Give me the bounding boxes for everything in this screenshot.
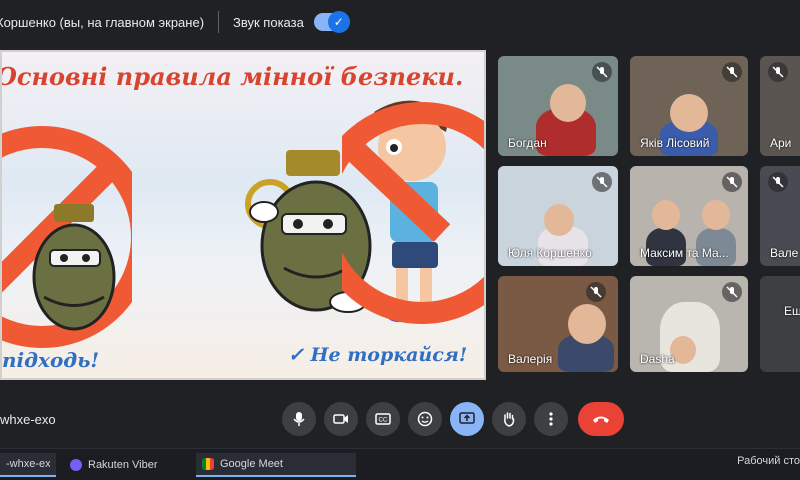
participant-name: Еш [784, 304, 800, 318]
participant-tile[interactable]: Ари [760, 56, 800, 156]
mic-off-icon [722, 62, 742, 82]
participant-name: Вале [770, 246, 799, 260]
mic-off-icon [722, 172, 742, 192]
presenter-label: Коршенко (вы, на главном экране) [0, 14, 205, 30]
participant-tile[interactable]: Яків Лісовий [630, 56, 748, 156]
mic-off-icon [592, 172, 612, 192]
sound-label: Звук показа [233, 14, 304, 30]
slide-caption-left: підходь! [2, 348, 100, 372]
google-meet-icon [202, 458, 214, 470]
participant-name: Dasha [640, 352, 675, 366]
emoji-button[interactable] [408, 402, 442, 436]
end-call-icon [593, 416, 609, 423]
desktop-tray-label: Рабочий сто [737, 455, 800, 467]
raise-hand-button[interactable] [492, 402, 526, 436]
taskbar-item-label: Google Meet [220, 458, 283, 470]
participant-tile[interactable]: Юля Коршенко [498, 166, 618, 266]
mic-off-icon [768, 172, 788, 192]
taskbar-item-viber[interactable]: Rakuten Viber [64, 453, 164, 477]
participant-tile[interactable]: Dasha [630, 276, 748, 372]
slide-title: Основні правила мінної безпеки. [0, 62, 464, 91]
raise-hand-icon [504, 412, 515, 427]
participant-face [544, 204, 574, 236]
participant-tile[interactable]: Вале [760, 166, 800, 266]
taskbar-item-google-meet[interactable]: Google Meet [196, 453, 356, 477]
participant-face [568, 304, 606, 344]
grenade-left-icon [32, 204, 116, 331]
participant-tile[interactable]: Богдан [498, 56, 618, 156]
camera-icon [333, 414, 348, 424]
participant-tile[interactable]: Валерія [498, 276, 618, 372]
slide-caption-right: ✓ Не торкайся! [288, 344, 468, 366]
more-icon [549, 412, 553, 426]
check-icon: ✓ [327, 11, 350, 33]
mic-off-icon [592, 62, 612, 82]
emoji-icon [417, 411, 433, 427]
participant-name: Богдан [508, 136, 547, 150]
participant-face [670, 94, 708, 132]
mic-button[interactable] [282, 402, 316, 436]
participant-name: Яків Лісовий [640, 136, 710, 150]
top-divider [218, 11, 220, 33]
participant-face [702, 200, 730, 230]
meeting-code: whxe-exo [0, 412, 56, 427]
presentation-slide: Основні правила мінної безпеки. підходь!… [0, 50, 486, 380]
camera-button[interactable] [324, 402, 358, 436]
taskbar-item-meet-tab[interactable]: -whxe-exo ... [0, 453, 56, 477]
control-bar: whxe-exo CC [0, 396, 800, 444]
participant-name: Максим та Ма... [640, 246, 729, 260]
top-bar: Коршенко (вы, на главном экране) Звук по… [0, 0, 800, 44]
participant-face [652, 200, 680, 230]
participant-name: Валерія [508, 352, 553, 366]
captions-button[interactable]: CC [366, 402, 400, 436]
end-call-button[interactable] [578, 402, 624, 436]
present-icon [459, 412, 475, 424]
svg-text:CC: CC [379, 418, 388, 424]
mic-off-icon [768, 62, 788, 82]
participant-tile[interactable]: Максим та Ма... [630, 166, 748, 266]
mic-icon [293, 412, 305, 426]
sound-toggle[interactable]: ✓ [313, 11, 350, 33]
viber-icon [70, 459, 82, 471]
mic-off-icon [722, 282, 742, 302]
present-button[interactable] [450, 402, 484, 436]
ban-sign-right-icon [342, 102, 484, 324]
participant-tile[interactable]: Еш [760, 276, 800, 372]
taskbar-item-label: -whxe-exo ... [6, 458, 50, 470]
captions-icon: CC [375, 413, 391, 425]
taskbar-item-label: Rakuten Viber [88, 459, 158, 471]
mic-off-icon [586, 282, 606, 302]
participant-name: Юля Коршенко [508, 246, 592, 260]
taskbar: -whxe-exo ... Rakuten Viber Google Meet … [0, 448, 800, 480]
more-options-button[interactable] [534, 402, 568, 436]
participant-name: Ари [770, 136, 792, 150]
participant-face [550, 84, 586, 122]
